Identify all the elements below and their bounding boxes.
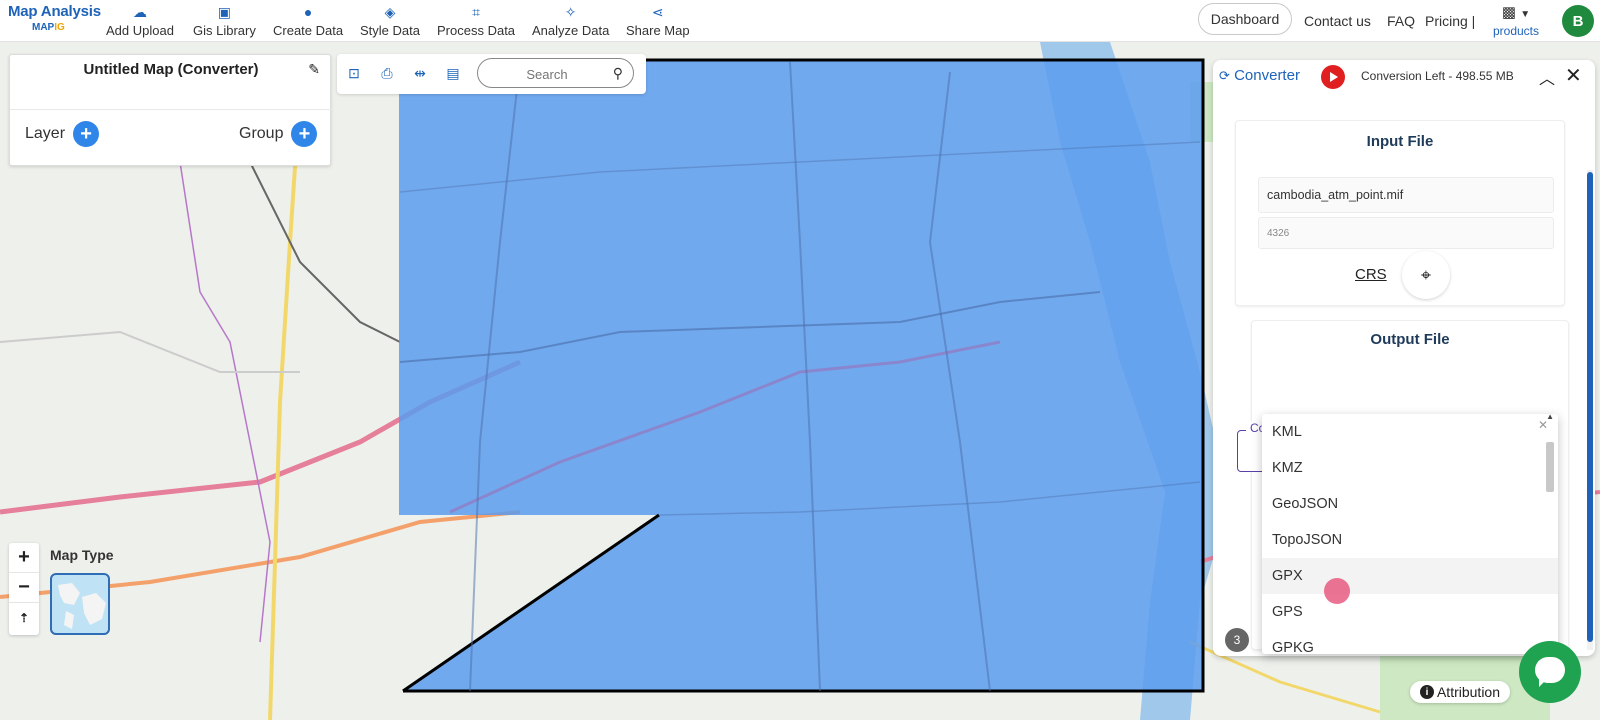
map-type-thumbnail[interactable] <box>50 573 110 635</box>
nav-create-data[interactable]: ● Create Data <box>273 4 343 40</box>
nav-process-data[interactable]: ⌗ Process Data <box>437 4 515 40</box>
box-icon: ▩ ▼ <box>1501 4 1531 21</box>
search-box[interactable]: ⚲ <box>477 58 634 88</box>
layer-row: Layer + <box>25 121 100 147</box>
comment-icon[interactable]: ▤ <box>444 64 462 82</box>
world-map-icon <box>58 583 106 629</box>
attribution-button[interactable]: i Attribution <box>1410 681 1510 703</box>
dashboard-button[interactable]: Dashboard <box>1198 3 1292 35</box>
map-toolbar: ⊡ ⎙ ⇹ ▤ ⚲ <box>337 54 646 94</box>
input-file-field[interactable]: cambodia_atm_point.mif <box>1258 177 1554 213</box>
faq-link[interactable]: FAQ <box>1387 0 1415 42</box>
nav-add-upload[interactable]: ☁ Add Upload <box>106 4 174 40</box>
fit-extent-icon[interactable]: ⊡ <box>345 64 363 82</box>
search-input[interactable] <box>492 64 602 84</box>
brand-logo[interactable]: Map Analysis MAPIG <box>8 3 101 39</box>
nav-label: Process Data <box>437 23 516 38</box>
brand-subtitle: MAPIG <box>32 22 65 33</box>
converter-header: ⟳ Converter Conversion Left - 498.55 MB … <box>1213 60 1595 94</box>
cloud-upload-icon: ☁ <box>132 4 147 20</box>
crs-field[interactable]: 4326 <box>1258 217 1554 249</box>
map-pin-icon: ● <box>303 4 313 20</box>
input-file-card: Input File cambodia_atm_point.mif 4326 C… <box>1235 120 1565 306</box>
nav-share-map[interactable]: ⋖ Share Map <box>626 4 690 40</box>
collapse-chevron-icon[interactable]: ︿ <box>1539 65 1555 89</box>
nav-label: Share Map <box>626 23 690 38</box>
input-file-title: Input File <box>1366 133 1434 150</box>
converter-title: ⟳ Converter <box>1219 67 1300 84</box>
paint-bucket-icon: ◈ <box>384 4 396 20</box>
products-menu[interactable]: ▩ ▼ products <box>1488 4 1544 38</box>
brand-title: Map Analysis <box>8 3 101 20</box>
chat-bubble-button[interactable] <box>1519 641 1581 703</box>
refresh-icon: ⟳ <box>1219 68 1230 83</box>
crs-value: 4326 <box>1267 228 1290 239</box>
edit-pencil-icon[interactable]: ✎ <box>308 61 320 78</box>
group-row: Group + <box>239 121 318 147</box>
search-icon[interactable]: ⚲ <box>613 65 623 82</box>
option-gps[interactable]: GPS <box>1262 594 1558 630</box>
youtube-icon[interactable] <box>1321 65 1345 89</box>
nav-label: Add Upload <box>106 23 174 38</box>
option-gpkg[interactable]: GPKG <box>1262 630 1558 654</box>
print-icon[interactable]: ⎙ <box>378 64 396 82</box>
zoom-in-button[interactable]: + <box>9 543 39 573</box>
output-file-title: Output File <box>1370 331 1450 348</box>
contact-link[interactable]: Contact us <box>1304 0 1371 42</box>
nav-label: Gis Library <box>193 23 256 38</box>
compass-icon[interactable]: ⇡ <box>9 603 39 633</box>
add-group-button[interactable]: + <box>291 121 318 147</box>
zoom-out-button[interactable]: − <box>9 573 39 603</box>
pricing-link[interactable]: Pricing | <box>1425 0 1475 42</box>
add-layer-button[interactable]: + <box>73 121 100 147</box>
analyze-icon: ✧ <box>564 4 577 20</box>
nav-analyze-data[interactable]: ✧ Analyze Data <box>532 4 609 40</box>
map-layers-panel: Untitled Map (Converter) ✎ Layer + Group… <box>9 54 332 166</box>
nav-label: Analyze Data <box>532 23 610 38</box>
input-file-name: cambodia_atm_point.mif <box>1267 188 1404 202</box>
layer-label: Layer <box>25 125 66 142</box>
nav-gis-library[interactable]: ▣ Gis Library <box>193 4 256 40</box>
products-label: products <box>1492 24 1540 38</box>
top-navbar: Map Analysis MAPIG ☁ Add Upload ▣ Gis Li… <box>0 0 1600 42</box>
focus-target-icon: ⌖ <box>1420 264 1432 285</box>
convert-to-dropdown: ▲ ✕ KML KMZ GeoJSON TopoJSON GPX GPS GPK… <box>1262 414 1558 654</box>
count-badge: 3 <box>1225 628 1249 652</box>
dropdown-scrollbar-thumb[interactable] <box>1546 442 1554 492</box>
close-icon[interactable]: ✕ <box>1565 63 1582 88</box>
nav-label: Style Data <box>360 23 420 38</box>
option-gpx[interactable]: GPX <box>1262 558 1558 594</box>
group-label: Group <box>239 125 284 142</box>
option-kmz[interactable]: KMZ <box>1262 450 1558 486</box>
zoom-control: + − ⇡ <box>9 543 39 635</box>
library-icon: ▣ <box>217 4 232 20</box>
user-avatar[interactable]: B <box>1562 5 1594 37</box>
conversion-left-text: Conversion Left - 498.55 MB <box>1361 69 1514 83</box>
cursor-indicator <box>1324 578 1350 604</box>
divider <box>10 109 332 110</box>
share-icon: ⋖ <box>651 4 664 20</box>
map-title: Untitled Map (Converter) <box>83 61 259 78</box>
process-icon: ⌗ <box>472 4 480 20</box>
nav-label: Create Data <box>273 23 344 38</box>
map-type-label: Map Type <box>50 547 114 563</box>
crs-pick-button[interactable]: ⌖ <box>1402 251 1450 299</box>
measure-icon[interactable]: ⇹ <box>411 64 429 82</box>
option-kml[interactable]: KML <box>1262 414 1558 450</box>
option-topojson[interactable]: TopoJSON <box>1262 522 1558 558</box>
option-geojson[interactable]: GeoJSON <box>1262 486 1558 522</box>
nav-style-data[interactable]: ◈ Style Data <box>360 4 420 40</box>
attribution-label: Attribution <box>1436 684 1501 700</box>
info-icon: i <box>1419 685 1434 699</box>
crs-label[interactable]: CRS <box>1355 266 1387 283</box>
panel-scrollbar-thumb[interactable] <box>1587 172 1593 642</box>
app-root: Map Analysis MAPIG ☁ Add Upload ▣ Gis Li… <box>0 0 1600 720</box>
